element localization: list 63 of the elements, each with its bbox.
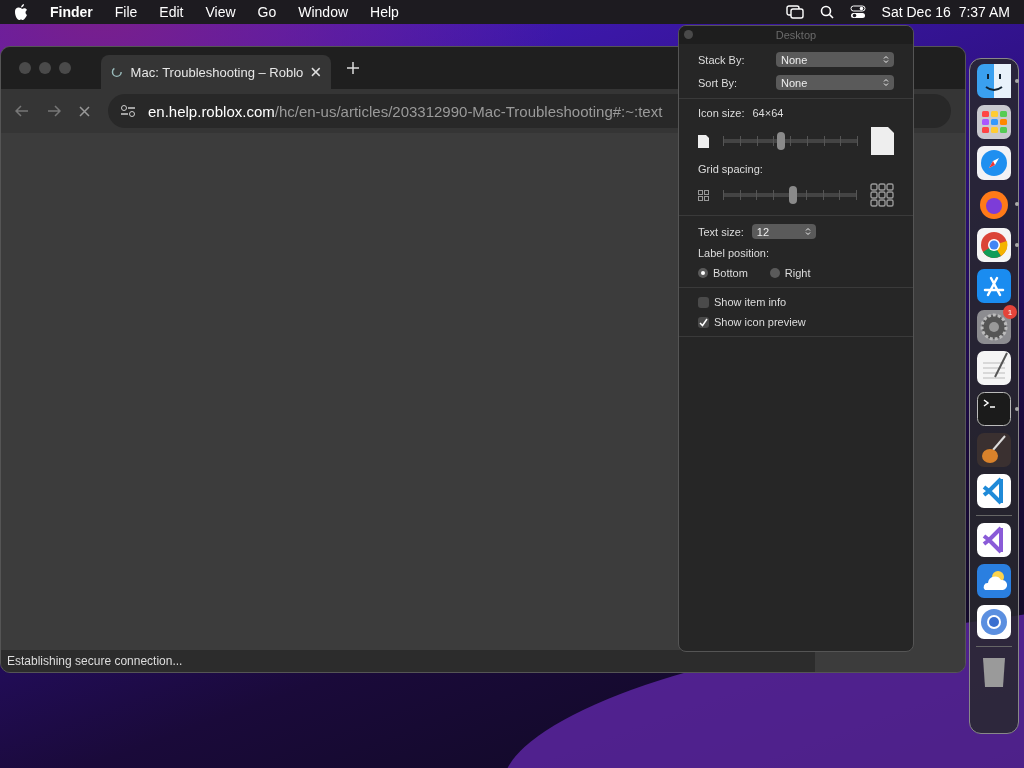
close-icon[interactable] bbox=[311, 67, 321, 77]
smiling-face-icon[interactable] bbox=[977, 64, 1011, 98]
field-label: Label position: bbox=[698, 247, 770, 259]
menu-item[interactable]: Window bbox=[298, 4, 349, 20]
popup-button[interactable]: None bbox=[776, 75, 894, 90]
checkbox-label[interactable]: Show icon preview bbox=[714, 316, 806, 328]
icon-size-reading: 64×64 bbox=[752, 107, 784, 119]
radio-button[interactable] bbox=[769, 268, 780, 278]
compass-icon[interactable] bbox=[977, 146, 1011, 180]
stepper-icon bbox=[804, 227, 811, 236]
radio-button[interactable] bbox=[698, 268, 708, 278]
cloud-icon[interactable] bbox=[977, 564, 1011, 598]
menu-item[interactable]: Edit bbox=[159, 4, 184, 20]
field-label: Stack By: bbox=[698, 53, 746, 66]
menu-item[interactable]: Help bbox=[370, 4, 399, 20]
checkbox[interactable] bbox=[698, 316, 709, 328]
app-grid-icon[interactable] bbox=[977, 105, 1011, 139]
checkbox-label[interactable]: Show item info bbox=[714, 296, 787, 308]
forward-arrow-icon[interactable] bbox=[47, 105, 61, 117]
stepper-icon bbox=[883, 78, 889, 87]
radio-label[interactable]: Right bbox=[784, 267, 811, 279]
menu-item[interactable]: View bbox=[205, 4, 236, 20]
menu-item[interactable]: Finder bbox=[50, 4, 93, 20]
back-arrow-icon[interactable] bbox=[15, 105, 29, 117]
browser-tab[interactable]: Mac: Troubleshooting – Roblo bbox=[101, 55, 331, 89]
radio-label[interactable]: Bottom bbox=[713, 267, 748, 279]
menu-item[interactable]: Go bbox=[257, 4, 277, 20]
stop-icon[interactable] bbox=[79, 105, 90, 117]
field-label: Icon size: bbox=[698, 107, 745, 119]
letter-a-icon[interactable] bbox=[977, 269, 1011, 303]
field-label: Sort By: bbox=[698, 76, 739, 89]
terminal-icon[interactable] bbox=[977, 392, 1011, 426]
menu-item[interactable]: File bbox=[114, 4, 138, 20]
site-settings-icon[interactable] bbox=[120, 104, 136, 118]
field-label: Grid spacing: bbox=[698, 163, 764, 175]
menu-bar-clock[interactable]: Sat Dec 16 7:37 AM bbox=[881, 4, 1010, 20]
loading-spinner-icon bbox=[111, 66, 123, 78]
large-grid-icon bbox=[870, 183, 894, 207]
status-text: Establishing secure connection... bbox=[1, 650, 815, 672]
windows-icon[interactable] bbox=[785, 5, 804, 19]
new-tab-icon[interactable] bbox=[347, 62, 359, 74]
address-bar-url[interactable]: en.help.roblox.com/hc/en-us/articles/203312990-Mac-Troubleshooting#:~:text bbox=[148, 102, 663, 120]
ribbon-icon[interactable] bbox=[977, 474, 1011, 508]
gear-icon[interactable] bbox=[977, 310, 1011, 344]
toggles-icon[interactable] bbox=[849, 5, 866, 19]
guitar-icon[interactable] bbox=[977, 433, 1011, 467]
field-label: Text size: bbox=[698, 225, 744, 238]
popup-button[interactable]: 12 bbox=[751, 224, 816, 239]
stepper-icon bbox=[883, 55, 889, 64]
window-title: Desktop bbox=[775, 29, 817, 41]
checkbox[interactable] bbox=[698, 296, 709, 308]
notification-badge: 1 bbox=[1003, 305, 1017, 319]
notepad-icon[interactable] bbox=[977, 351, 1011, 385]
small-grid-icon bbox=[698, 189, 709, 201]
popup-button[interactable]: None bbox=[776, 52, 894, 67]
search-icon[interactable] bbox=[819, 5, 834, 19]
large-document-icon bbox=[871, 127, 894, 155]
ribbon-icon[interactable] bbox=[977, 523, 1011, 557]
small-document-icon bbox=[698, 134, 709, 148]
slider-thumb[interactable] bbox=[789, 186, 798, 204]
slider-thumb[interactable] bbox=[776, 132, 785, 150]
apple-logo-icon[interactable] bbox=[14, 4, 28, 20]
ring-icon[interactable] bbox=[977, 228, 1011, 262]
